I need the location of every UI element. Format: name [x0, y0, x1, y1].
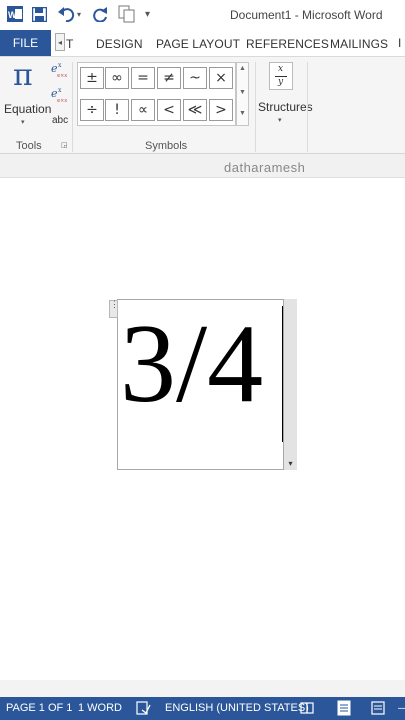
symbol-much-less-than[interactable]: ≪ — [183, 99, 207, 121]
tab-overflow[interactable]: I — [398, 36, 401, 50]
pi-icon: π — [13, 58, 33, 93]
tab-scroll-left-button[interactable]: ◂ — [55, 33, 65, 51]
page-count[interactable]: PAGE 1 OF 1 — [6, 702, 72, 714]
zoom-minus-icon[interactable]: — — [398, 703, 405, 714]
svg-text:x: x — [58, 87, 62, 94]
tab-file[interactable]: FILE — [0, 30, 51, 56]
tab-design[interactable]: DESIGN — [96, 37, 143, 51]
print-layout-icon[interactable] — [337, 700, 351, 716]
group-divider — [255, 62, 256, 152]
tab-mailings[interactable]: MAILINGS — [330, 37, 388, 51]
svg-text:W: W — [8, 10, 17, 20]
symbol-times[interactable]: × — [209, 67, 233, 89]
equation-text[interactable]: 3/4 — [120, 308, 263, 420]
read-mode-icon[interactable] — [300, 701, 314, 715]
save-icon[interactable] — [32, 7, 47, 22]
tab-page-layout[interactable]: PAGE LAYOUT — [156, 37, 240, 51]
equation-label: Equation — [4, 102, 52, 116]
text-cursor — [282, 306, 283, 442]
document-bottom-band — [0, 680, 405, 697]
professional-format-icon[interactable]: e x e×x — [51, 61, 67, 79]
structures-dropdown-icon: ▾ — [278, 117, 282, 124]
undo-dropdown-icon[interactable]: ▾ — [77, 10, 81, 19]
symbol-equals[interactable]: = — [131, 67, 155, 89]
svg-text:e×x: e×x — [57, 98, 67, 104]
fraction-icon: x y — [269, 62, 293, 90]
fraction-denominator: y — [278, 77, 284, 87]
gallery-scroll-up-icon[interactable]: ▲ — [237, 65, 248, 72]
svg-text:e×x: e×x — [57, 73, 67, 79]
touch-mode-icon[interactable] — [118, 5, 136, 23]
structures-button[interactable]: x y Structures ▾ — [258, 60, 313, 132]
equation-button[interactable]: π Equation ▾ — [3, 58, 51, 132]
symbol-proportional[interactable]: ∝ — [131, 99, 155, 121]
symbol-infinity[interactable]: ∞ — [105, 67, 129, 89]
tools-dialog-launcher-icon[interactable]: ◲ — [61, 141, 68, 149]
symbol-factorial[interactable]: ! — [105, 99, 129, 121]
redo-icon[interactable] — [93, 6, 108, 22]
fraction-numerator: x — [278, 64, 284, 74]
language-status[interactable]: ENGLISH (UNITED STATES) — [165, 702, 309, 714]
symbol-less-than[interactable]: < — [157, 99, 181, 121]
symbol-plus-minus[interactable]: ± — [80, 67, 104, 89]
web-layout-icon[interactable] — [371, 701, 385, 715]
symbols-group-label: Symbols — [145, 140, 188, 152]
gallery-scroll-down-icon[interactable]: ▼ — [237, 89, 248, 96]
linear-format-icon[interactable]: e x e×x — [51, 86, 67, 104]
equation-options-bar[interactable] — [284, 299, 297, 470]
window-title: Document1 - Microsoft Word — [230, 8, 383, 22]
structures-label: Structures — [258, 100, 313, 114]
symbol-divide[interactable]: ÷ — [80, 99, 104, 121]
symbol-not-equal[interactable]: ≠ — [157, 67, 181, 89]
equation-dropdown-icon: ▾ — [21, 119, 25, 126]
gallery-more-icon[interactable]: ▼ — [237, 110, 248, 117]
equation-options-dropdown-icon[interactable]: ▾ — [284, 457, 297, 470]
signed-in-user[interactable]: datharamesh — [224, 160, 305, 175]
customize-quick-access-icon[interactable]: ▾ — [145, 9, 150, 20]
svg-text:x: x — [58, 62, 62, 69]
proofing-icon[interactable] — [136, 701, 151, 715]
tools-group-label: Tools — [16, 140, 42, 152]
group-divider — [72, 62, 73, 152]
equation-move-handle[interactable]: ⋮ — [109, 300, 119, 318]
word-count[interactable]: 1 WORD — [78, 702, 122, 714]
tab-partial[interactable]: T — [66, 37, 73, 51]
undo-icon[interactable] — [58, 6, 75, 22]
user-bar — [0, 154, 405, 178]
word-app-icon[interactable]: W — [7, 6, 23, 22]
symbol-greater-than[interactable]: > — [209, 99, 233, 121]
tab-references[interactable]: REFERENCES — [246, 37, 329, 51]
group-divider — [307, 62, 308, 152]
symbol-tilde[interactable]: ~ — [183, 67, 207, 89]
normal-text-button[interactable]: abc — [52, 115, 68, 126]
